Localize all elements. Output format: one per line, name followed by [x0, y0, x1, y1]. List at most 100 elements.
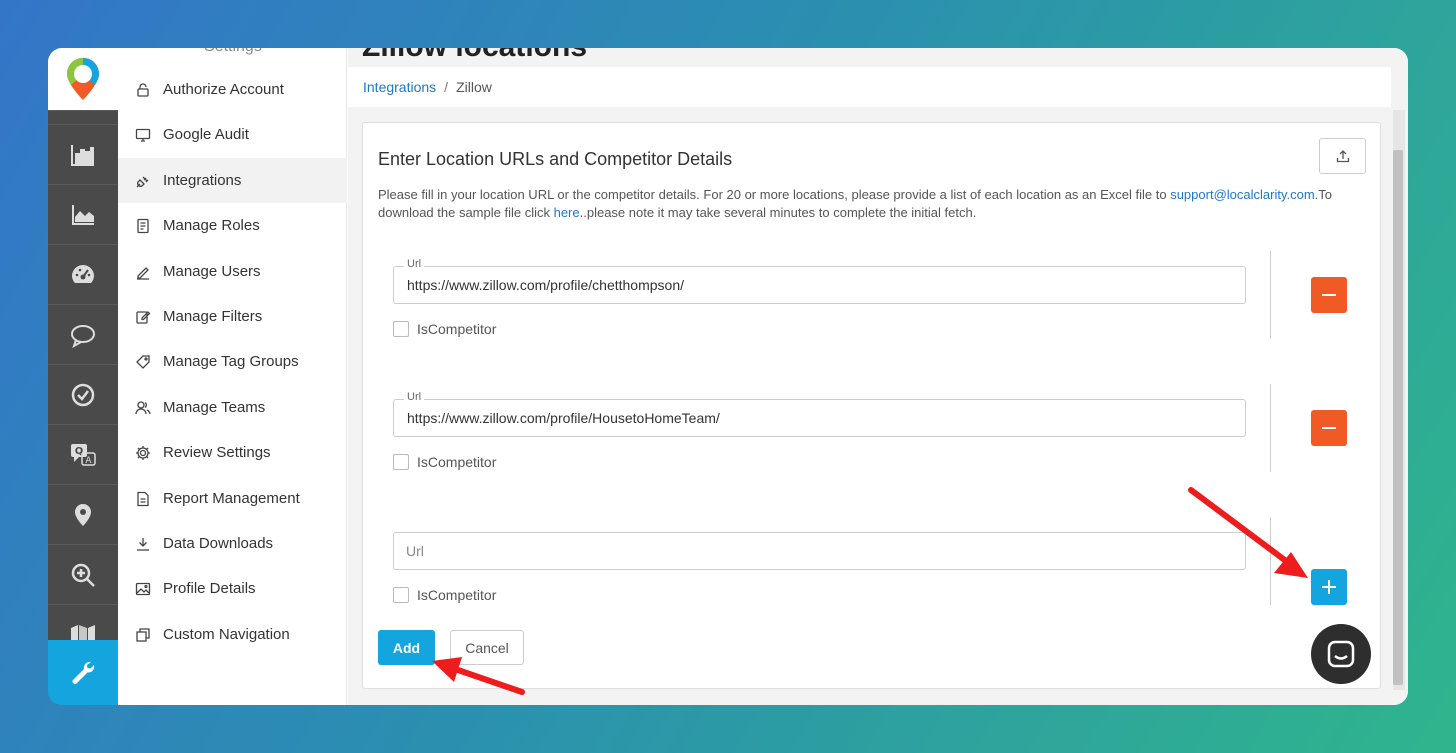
- row-divider: [1270, 251, 1271, 339]
- file-icon: [135, 491, 151, 507]
- url-row: Url https://www.zillow.com/profile/House…: [393, 384, 1353, 474]
- chat-widget-icon: [1327, 640, 1355, 668]
- menu-item-profile-details[interactable]: Profile Details: [118, 566, 347, 611]
- url-input[interactable]: [394, 533, 1245, 569]
- chat-widget-button[interactable]: [1311, 624, 1371, 684]
- card-title: Enter Location URLs and Competitor Detai…: [378, 149, 733, 169]
- menu-item-label: Manage Filters: [163, 308, 263, 325]
- menu-item-manage-roles[interactable]: Manage Roles: [118, 203, 347, 248]
- is-competitor-checkbox[interactable]: [393, 454, 409, 470]
- map-pin-icon[interactable]: [48, 484, 118, 544]
- remove-row-button[interactable]: [1311, 277, 1347, 313]
- page-title: Zillow locations: [362, 48, 587, 64]
- location-pin-logo[interactable]: [48, 48, 118, 110]
- menu-item-custom-navigation[interactable]: Custom Navigation: [118, 612, 347, 657]
- menu-item-label: Review Settings: [163, 444, 271, 461]
- chat-bubble-icon[interactable]: [48, 304, 118, 364]
- monitor-icon: [135, 127, 151, 143]
- menu-item-label: Google Audit: [163, 126, 249, 143]
- url-row: IsCompetitor: [393, 517, 1353, 607]
- menu-item-label: Custom Navigation: [163, 626, 290, 643]
- pencil-icon: [135, 264, 151, 280]
- url-field-label: Url: [404, 391, 425, 403]
- url-field-value: https://www.zillow.com/profile/chetthomp…: [407, 277, 685, 293]
- instructions-text: Please fill in your location URL or the …: [378, 186, 1338, 222]
- url-field-value: https://www.zillow.com/profile/HousetoHo…: [407, 410, 720, 426]
- menu-item-label: Profile Details: [163, 580, 256, 597]
- is-competitor-label: IsCompetitor: [417, 321, 497, 337]
- menu-item-label: Data Downloads: [163, 535, 274, 552]
- menu-item-manage-tag-groups[interactable]: Manage Tag Groups: [118, 339, 347, 384]
- is-competitor-option[interactable]: IsCompetitor: [393, 454, 496, 470]
- is-competitor-option[interactable]: IsCompetitor: [393, 587, 496, 603]
- menu-item-integrations[interactable]: Integrations: [118, 158, 347, 203]
- settings-menu: Settings Authorize Account Google Audit …: [118, 48, 347, 705]
- download-icon: [135, 536, 151, 552]
- breadcrumb-separator: /: [444, 79, 449, 95]
- bar-chart-icon[interactable]: [48, 124, 118, 184]
- windows-icon: [135, 627, 151, 643]
- menu-top-text: Settings: [204, 48, 262, 56]
- menu-item-label: Manage Users: [163, 263, 261, 280]
- image-icon: [135, 581, 151, 597]
- check-circle-icon[interactable]: [48, 364, 118, 424]
- edit-box-icon: [135, 309, 151, 325]
- is-competitor-label: IsCompetitor: [417, 454, 497, 470]
- url-field[interactable]: Url https://www.zillow.com/profile/chett…: [393, 258, 1246, 304]
- tag-icon: [135, 354, 151, 370]
- menu-item-authorize-account[interactable]: Authorize Account: [118, 67, 347, 112]
- main-content: Zillow locations Integrations / Zillow E…: [348, 48, 1408, 705]
- zoom-in-icon[interactable]: [48, 544, 118, 604]
- users-icon: [135, 400, 151, 416]
- menu-item-review-settings[interactable]: Review Settings: [118, 430, 347, 475]
- menu-item-manage-teams[interactable]: Manage Teams: [118, 385, 347, 430]
- location-form-card: Enter Location URLs and Competitor Detai…: [362, 122, 1381, 689]
- menu-item-label: Manage Tag Groups: [163, 353, 299, 370]
- remove-row-button[interactable]: [1311, 410, 1347, 446]
- translate-review-icon[interactable]: QA: [48, 424, 118, 484]
- menu-item-label: Integrations: [163, 172, 242, 189]
- scrollbar[interactable]: [1393, 110, 1405, 690]
- menu-item-label: Manage Roles: [163, 217, 260, 234]
- url-field-label: Url: [404, 258, 425, 270]
- area-chart-icon[interactable]: [48, 184, 118, 244]
- sample-file-link[interactable]: here: [554, 205, 580, 220]
- plug-icon: [135, 173, 151, 189]
- breadcrumb-current: Zillow: [456, 79, 492, 95]
- upload-button[interactable]: [1319, 138, 1366, 174]
- wrench-icon[interactable]: [48, 640, 118, 705]
- row-divider: [1270, 517, 1271, 605]
- is-competitor-checkbox[interactable]: [393, 321, 409, 337]
- menu-item-manage-users[interactable]: Manage Users: [118, 249, 347, 294]
- add-button[interactable]: Add: [378, 630, 435, 665]
- breadcrumb: Integrations / Zillow: [348, 67, 1391, 107]
- minus-icon: [1322, 294, 1336, 296]
- menu-item-manage-filters[interactable]: Manage Filters: [118, 294, 347, 339]
- support-email-link[interactable]: support@localclarity.com: [1170, 187, 1314, 202]
- menu-item-google-audit[interactable]: Google Audit: [118, 112, 347, 157]
- plus-icon: [1322, 580, 1336, 594]
- url-field[interactable]: [393, 532, 1246, 570]
- url-row: Url https://www.zillow.com/profile/chett…: [393, 251, 1353, 341]
- upload-icon: [1336, 150, 1349, 163]
- menu-item-label: Report Management: [163, 490, 300, 507]
- add-row-button[interactable]: [1311, 569, 1347, 605]
- lock-icon: [135, 82, 151, 98]
- gear-icon: [135, 445, 151, 461]
- icon-rail: QA: [48, 48, 118, 705]
- menu-item-label: Authorize Account: [163, 81, 284, 98]
- is-competitor-option[interactable]: IsCompetitor: [393, 321, 496, 337]
- breadcrumb-integrations-link[interactable]: Integrations: [363, 79, 436, 95]
- url-field[interactable]: Url https://www.zillow.com/profile/House…: [393, 391, 1246, 437]
- rail-spacer: [48, 110, 118, 124]
- menu-item-report-management[interactable]: Report Management: [118, 476, 347, 521]
- instructions-part: ..please note it may take several minute…: [579, 205, 977, 220]
- scrollbar-thumb[interactable]: [1393, 150, 1403, 685]
- instructions-part: Please fill in your location URL or the …: [378, 187, 1171, 202]
- svg-text:A: A: [85, 456, 92, 466]
- menu-item-data-downloads[interactable]: Data Downloads: [118, 521, 347, 566]
- dashboard-gauge-icon[interactable]: [48, 244, 118, 304]
- is-competitor-checkbox[interactable]: [393, 587, 409, 603]
- app-window: QA Settings Authorize Account Google Aud…: [48, 48, 1408, 705]
- cancel-button[interactable]: Cancel: [450, 630, 524, 665]
